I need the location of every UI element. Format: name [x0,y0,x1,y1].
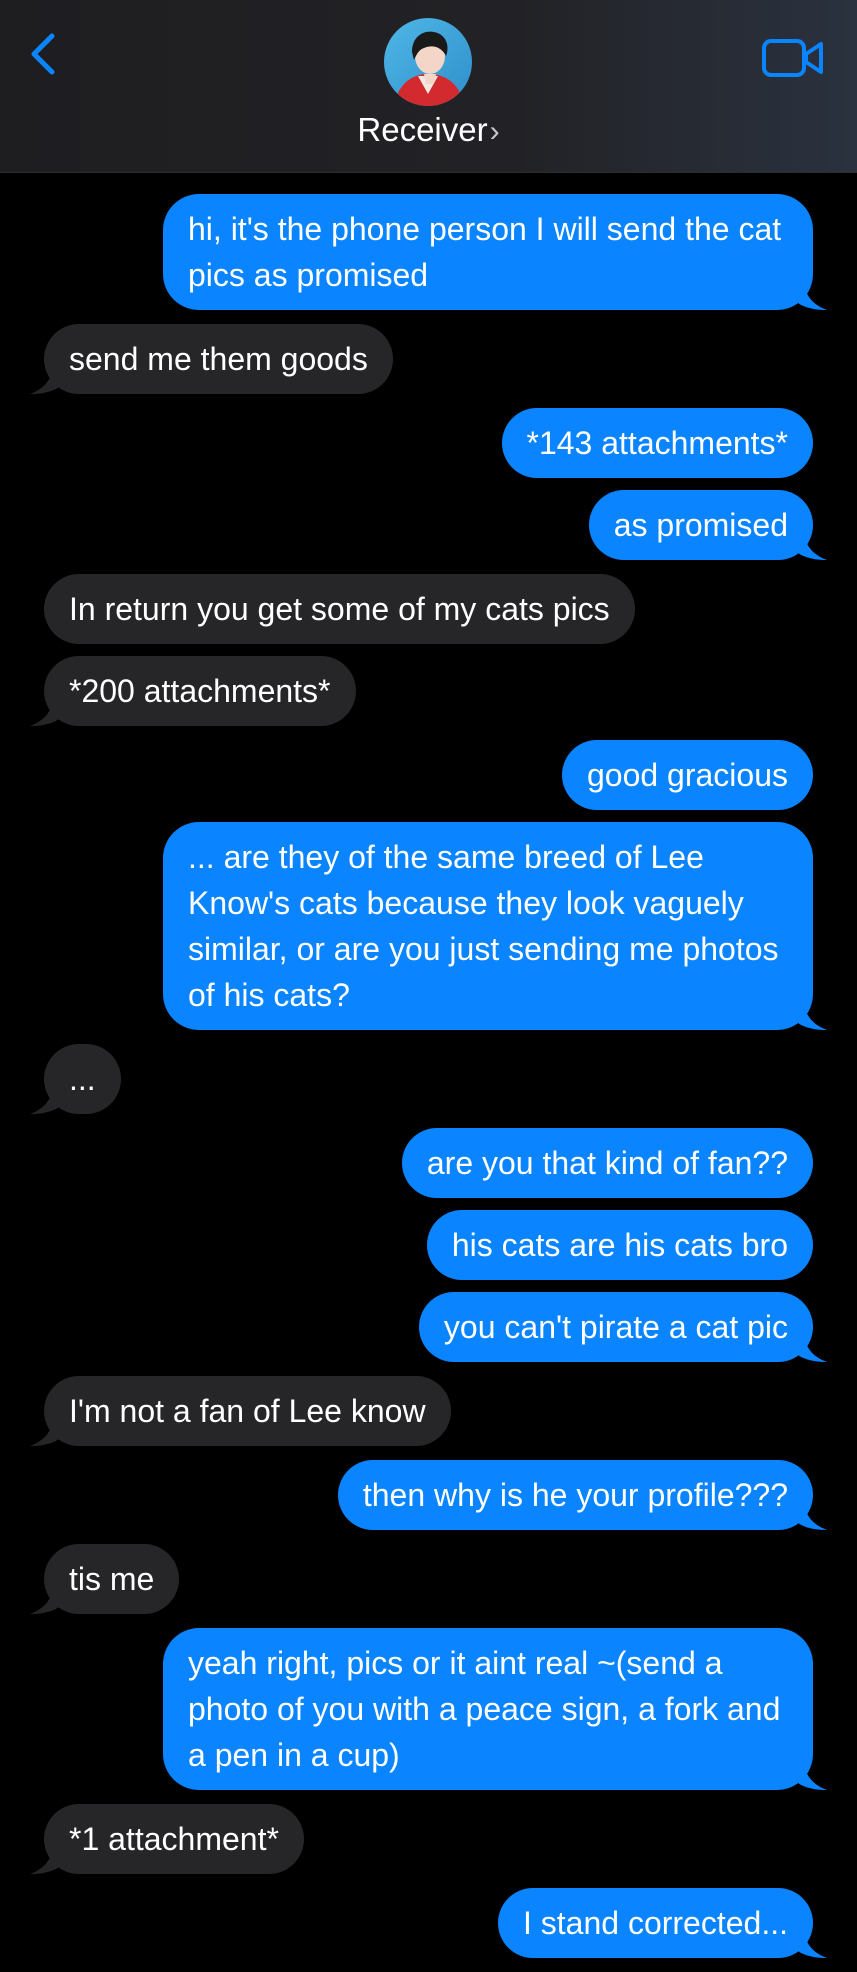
message-row: good gracious [0,740,857,810]
message-text: are you that kind of fan?? [426,1145,788,1181]
message-text: I stand corrected... [522,1905,788,1941]
message-row: as promised [0,490,857,560]
bubble-tail [797,1332,827,1362]
message-row: ... [0,1044,857,1114]
bubble-tail [30,696,60,726]
message-row: tis me [0,1544,857,1614]
sent-message-bubble[interactable]: you can't pirate a cat pic [418,1292,827,1362]
message-row: hi, it's the phone person I will send th… [0,194,857,310]
message-row: send me them goods [0,324,857,394]
bubble-tail [30,1416,60,1446]
bubble-tail [797,530,827,560]
message-row: *200 attachments* [0,656,857,726]
sent-message-bubble[interactable]: then why is he your profile??? [337,1460,827,1530]
message-row: ... are they of the same breed of Lee Kn… [0,822,857,1030]
sent-message-bubble[interactable]: as promised [588,490,827,560]
conversation-header: Receiver› [0,0,857,173]
message-row: are you that kind of fan?? [0,1128,857,1198]
message-row: In return you get some of my cats pics [0,574,857,644]
bubble-tail [797,280,827,310]
bubble-tail [30,1844,60,1874]
received-message-bubble[interactable]: tis me [30,1544,180,1614]
message-text: then why is he your profile??? [362,1477,788,1513]
received-message-bubble[interactable]: *200 attachments* [30,656,356,726]
received-message-bubble[interactable]: ... [30,1044,121,1114]
contact-name-label: Receiver [357,111,488,148]
message-text: good gracious [586,757,788,793]
message-text: *143 attachments* [526,425,789,461]
message-text: as promised [613,507,788,543]
chevron-left-icon [31,33,55,75]
message-text: send me them goods [69,341,368,377]
sent-message-bubble[interactable]: his cats are his cats bro [426,1210,813,1280]
bubble-tail [30,1084,60,1114]
back-button[interactable] [24,26,64,82]
message-thread: hi, it's the phone person I will send th… [0,172,857,1972]
message-text: you can't pirate a cat pic [443,1309,788,1345]
sent-message-bubble[interactable]: are you that kind of fan?? [401,1128,813,1198]
facetime-video-button[interactable] [761,36,825,80]
message-text: tis me [69,1561,155,1597]
message-row: I'm not a fan of Lee know [0,1376,857,1446]
received-message-bubble[interactable]: *1 attachment* [30,1804,304,1874]
sent-message-bubble[interactable]: good gracious [561,740,813,810]
contact-name-button[interactable]: Receiver› [0,108,857,154]
message-row: then why is he your profile??? [0,1460,857,1530]
bubble-tail [797,1000,827,1030]
message-row: yeah right, pics or it aint real ~(send … [0,1628,857,1790]
received-message-bubble[interactable]: I'm not a fan of Lee know [30,1376,451,1446]
message-text: hi, it's the phone person I will send th… [188,211,791,293]
message-text: yeah right, pics or it aint real ~(send … [188,1645,790,1773]
bubble-tail [30,364,60,394]
message-row: *143 attachments* [0,408,857,478]
contact-avatar[interactable] [384,18,472,106]
bubble-tail [30,1584,60,1614]
message-text: ... [69,1061,96,1097]
sent-message-bubble[interactable]: I stand corrected... [497,1888,827,1958]
message-text: *200 attachments* [69,673,331,709]
sent-message-bubble[interactable]: *143 attachments* [501,408,813,478]
bubble-tail [797,1760,827,1790]
message-text: his cats are his cats bro [451,1227,788,1263]
message-row: *1 attachment* [0,1804,857,1874]
message-text: *1 attachment* [69,1821,279,1857]
sent-message-bubble[interactable]: hi, it's the phone person I will send th… [163,194,827,310]
sent-message-bubble[interactable]: ... are they of the same breed of Lee Kn… [163,822,827,1030]
sent-message-bubble[interactable]: yeah right, pics or it aint real ~(send … [163,1628,827,1790]
video-camera-icon [762,39,823,77]
received-message-bubble[interactable]: send me them goods [30,324,393,394]
bubble-tail [797,1928,827,1958]
chevron-right-icon: › [489,115,500,148]
message-row: you can't pirate a cat pic [0,1292,857,1362]
message-row: his cats are his cats bro [0,1210,857,1280]
message-text: ... are they of the same breed of Lee Kn… [188,839,788,1013]
message-row: I stand corrected... [0,1888,857,1958]
message-text: In return you get some of my cats pics [69,591,610,627]
message-text: I'm not a fan of Lee know [69,1393,426,1429]
received-message-bubble[interactable]: In return you get some of my cats pics [44,574,635,644]
bubble-tail [797,1500,827,1530]
avatar-image [384,18,472,106]
